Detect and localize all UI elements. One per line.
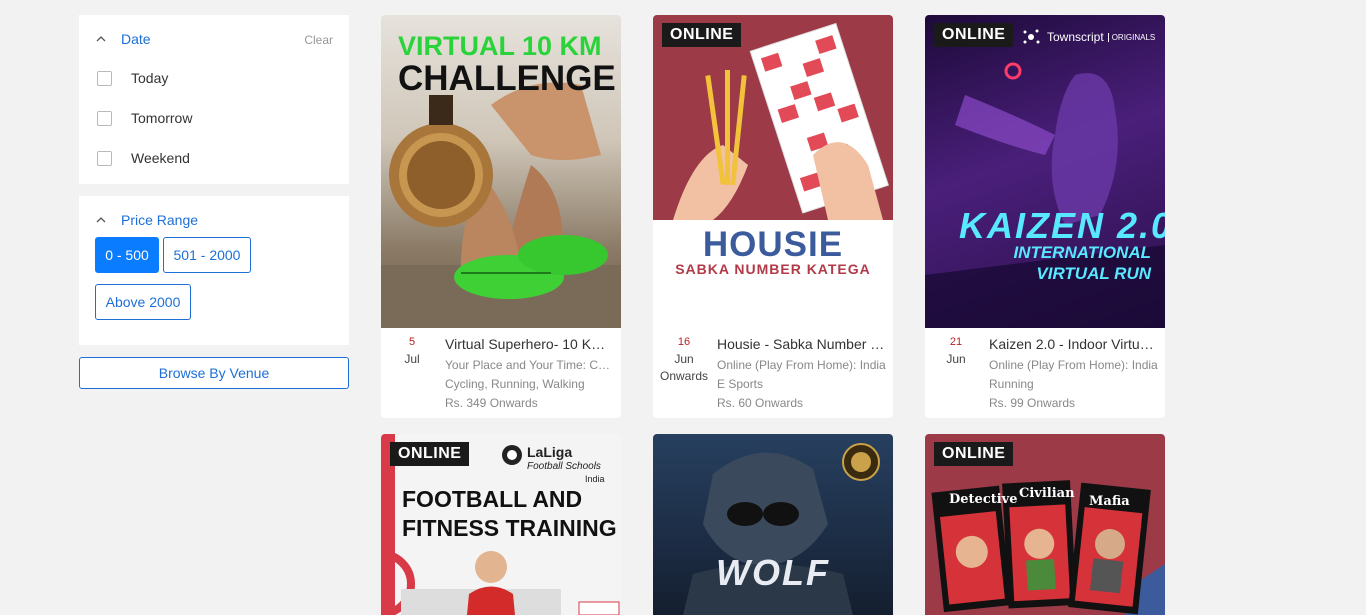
checkbox[interactable] bbox=[97, 110, 112, 126]
poster-headline: VIRTUAL 10 KM bbox=[398, 31, 602, 61]
townscript-brand: Townscript bbox=[1047, 30, 1104, 44]
poster-subheadline: SABKA NUMBER KATEGA bbox=[675, 261, 871, 277]
event-day: 16 bbox=[677, 336, 691, 348]
date-filter-title: Date bbox=[121, 31, 151, 47]
event-day: 21 bbox=[949, 336, 963, 348]
event-onwards: Onwards bbox=[659, 369, 709, 383]
event-info: 21 Jun Kaizen 2.0 - Indoor Virtual Run O… bbox=[925, 328, 1165, 418]
poster-headline: KAIZEN 2.0 bbox=[959, 205, 1165, 246]
poster-headline: HOUSIE bbox=[702, 225, 844, 264]
event-category: Running bbox=[989, 377, 1034, 391]
date-filter-panel: Date Clear Today Tomorrow Weekend bbox=[79, 15, 349, 184]
laliga-brand-country: India bbox=[585, 474, 605, 484]
event-poster[interactable]: ONLINE Townscript ORIGINALS KAIZEN 2.0 I… bbox=[925, 15, 1165, 328]
event-date: 5 Jul bbox=[381, 336, 443, 366]
event-price: Rs. 349 Onwards bbox=[445, 396, 538, 410]
poster-headline: WOLF bbox=[716, 552, 830, 593]
event-category: Cycling, Running, Walking bbox=[445, 377, 585, 391]
chevron-up-icon bbox=[96, 217, 106, 223]
date-option-label: Weekend bbox=[131, 150, 190, 166]
event-poster[interactable]: VIRTUAL 10 KM CHALLENGE bbox=[381, 15, 621, 328]
event-day: 5 bbox=[408, 336, 416, 348]
townscript-logo-icon bbox=[1023, 29, 1040, 44]
poster-subheadline: INTERNATIONAL bbox=[1013, 243, 1151, 262]
event-price: Rs. 99 Onwards bbox=[989, 396, 1076, 410]
event-card[interactable]: ONLINE HOUSIE SABKA NUMBER KATEGA 16 Jun… bbox=[653, 15, 893, 418]
event-date: 16 Jun Onwards bbox=[653, 336, 715, 383]
laliga-brand: LaLiga bbox=[527, 444, 573, 460]
date-option-label: Tomorrow bbox=[131, 110, 193, 126]
date-option-tomorrow[interactable]: Tomorrow bbox=[97, 110, 192, 126]
online-badge: ONLINE bbox=[662, 23, 742, 47]
card-label-civilian: Civilian bbox=[1019, 486, 1075, 501]
event-venue: Online (Play From Home): India bbox=[989, 358, 1158, 372]
event-price: Rs. 60 Onwards bbox=[717, 396, 804, 410]
price-filter-header[interactable]: Price Range bbox=[95, 212, 198, 228]
event-month: Jun bbox=[674, 352, 694, 366]
event-poster[interactable]: ONLINE Detective Civilian Mafia bbox=[925, 434, 1165, 615]
price-filter-title: Price Range bbox=[121, 212, 199, 228]
chevron-up-icon bbox=[96, 36, 106, 42]
laliga-logo-icon bbox=[502, 445, 522, 465]
event-title[interactable]: Virtual Superhero- 10 KM Challenge bbox=[445, 336, 615, 352]
laliga-brand-sub: Football Schools bbox=[527, 461, 601, 472]
event-poster[interactable]: WOLF bbox=[653, 434, 893, 615]
date-filter-header[interactable]: Date bbox=[95, 31, 151, 47]
date-option-weekend[interactable]: Weekend bbox=[97, 150, 190, 166]
checkbox[interactable] bbox=[97, 70, 112, 86]
browse-by-venue-button[interactable]: Browse By Venue bbox=[79, 357, 349, 389]
event-card[interactable]: ONLINE Townscript ORIGINALS KAIZEN 2.0 I… bbox=[925, 15, 1165, 418]
poster-subheadline: FITNESS TRAINING bbox=[402, 515, 617, 541]
price-chip-0-500[interactable]: 0 - 500 bbox=[95, 237, 159, 273]
event-month: Jun bbox=[946, 352, 966, 366]
online-badge: ONLINE bbox=[934, 442, 1014, 466]
townscript-brand-tag: ORIGINALS bbox=[1107, 32, 1155, 42]
event-title[interactable]: Kaizen 2.0 - Indoor Virtual Run bbox=[989, 336, 1159, 352]
event-card[interactable]: ONLINE Detective Civilian Mafia bbox=[925, 434, 1165, 615]
poster-headline: FOOTBALL AND bbox=[402, 486, 583, 512]
date-option-label: Today bbox=[131, 70, 169, 86]
event-poster[interactable]: ONLINE LaLiga Football Schools India FOO… bbox=[381, 434, 621, 615]
clear-button[interactable]: Clear bbox=[304, 33, 333, 47]
housie-illustration bbox=[653, 22, 893, 328]
townscript-logo: Townscript ORIGINALS bbox=[1023, 29, 1155, 45]
online-badge: ONLINE bbox=[390, 442, 470, 466]
event-month: Jul bbox=[404, 352, 420, 366]
online-badge: ONLINE bbox=[934, 23, 1014, 47]
event-info: 16 Jun Onwards Housie - Sabka Number Kat… bbox=[653, 328, 893, 418]
poster-subheadline-2: VIRTUAL RUN bbox=[1036, 264, 1151, 283]
event-card[interactable]: ONLINE LaLiga Football Schools India FOO… bbox=[381, 434, 621, 615]
event-info: 5 Jul Virtual Superhero- 10 KM Challenge… bbox=[381, 328, 621, 418]
event-poster[interactable]: ONLINE HOUSIE SABKA NUMBER KATEGA bbox=[653, 15, 893, 328]
checkbox[interactable] bbox=[97, 150, 112, 166]
event-card[interactable]: WOLF bbox=[653, 434, 893, 615]
price-filter-panel: Price Range 0 - 500 501 - 2000 Above 200… bbox=[79, 196, 349, 345]
event-category: E Sports bbox=[717, 377, 764, 391]
price-chip-above-2000[interactable]: Above 2000 bbox=[95, 284, 191, 320]
date-option-today[interactable]: Today bbox=[97, 70, 168, 86]
card-label-detective: Detective bbox=[949, 492, 1018, 507]
event-card[interactable]: VIRTUAL 10 KM CHALLENGE 5 Jul Virtual Su… bbox=[381, 15, 621, 418]
event-date: 21 Jun bbox=[925, 336, 987, 366]
poster-subheadline: CHALLENGE bbox=[398, 59, 616, 98]
event-venue: Your Place and Your Time: Challenge bbox=[445, 358, 615, 372]
card-label-mafia: Mafia bbox=[1089, 494, 1130, 509]
price-chip-501-2000[interactable]: 501 - 2000 bbox=[163, 237, 251, 273]
event-venue: Online (Play From Home): India bbox=[717, 358, 886, 372]
event-title[interactable]: Housie - Sabka Number Katega bbox=[717, 336, 887, 352]
